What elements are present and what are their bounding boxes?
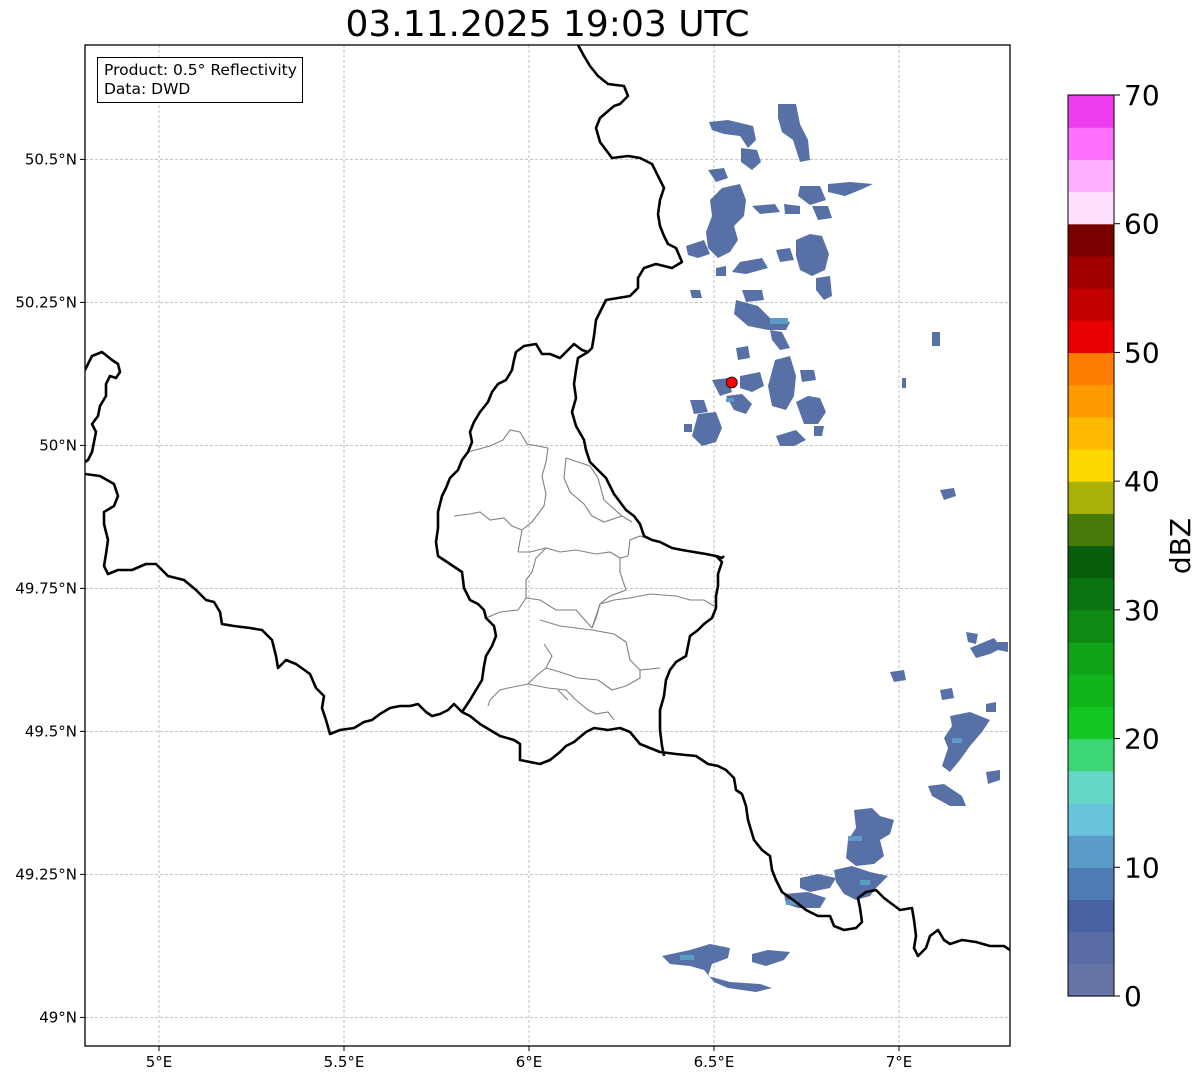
colorbar-swatch [1068,674,1114,707]
colorbar-swatch [1068,255,1114,289]
y-tick-label: 50°N [39,436,77,454]
x-tick-label: 5°E [146,1053,173,1071]
colorbar-tick-label: 20 [1124,723,1160,756]
data-source-label: Data: DWD [104,80,191,98]
colorbar-swatch [1068,127,1114,160]
longitude-axis: 5°E 5.5°E 6°E 6.5°E 7°E [146,1046,913,1071]
colorbar-swatch [1068,191,1114,225]
y-tick-label: 49.75°N [15,579,77,597]
x-tick-label: 6.5°E [694,1053,735,1071]
colorbar-swatch [1068,288,1114,321]
colorbar-swatch [1068,931,1114,965]
colorbar-swatch [1068,545,1114,579]
colorbar-swatch [1068,384,1114,418]
colorbar-swatch [1068,963,1114,997]
product-label: Product: 0.5° Reflectivity [104,61,297,79]
latitude-axis: 50.5°N 50.25°N 50°N 49.75°N 49.5°N 49.25°N 49°… [15,150,85,1026]
colorbar-tick-label: 30 [1124,594,1160,627]
colorbar-tick-label: 0 [1124,980,1142,1013]
colorbar-tick-label: 40 [1124,465,1160,498]
radar-map: 5°E 5.5°E 6°E 6.5°E 7°E 50.5°N 50.25°N 50°N 49.… [15,44,1197,1071]
radar-site-marker[interactable] [725,376,738,389]
colorbar-swatch [1068,320,1114,354]
colorbar-swatch [1068,448,1114,482]
map-panel[interactable] [84,44,1011,1047]
product-info-box: Product: 0.5° Reflectivity Data: DWD [97,57,303,103]
y-tick-label: 49°N [39,1008,77,1026]
colorbar-title: dBZ [1164,518,1197,574]
colorbar-swatch [1068,609,1114,643]
colorbar: 0 10 20 30 40 50 60 70 dBZ [1067,79,1197,1013]
colorbar-swatch [1068,481,1114,514]
x-tick-label: 7°E [886,1053,913,1071]
y-tick-label: 49.5°N [25,722,77,740]
colorbar-tick-label: 10 [1124,851,1160,884]
colorbar-tick-label: 60 [1124,208,1160,241]
colorbar-swatch [1068,706,1114,740]
colorbar-tick-label: 50 [1124,336,1160,369]
y-tick-label: 50.5°N [25,150,77,168]
colorbar-tick-label: 70 [1124,79,1160,112]
colorbar-swatch [1068,416,1114,450]
y-tick-label: 49.25°N [15,865,77,883]
colorbar-swatch [1068,867,1114,901]
colorbar-swatch [1068,513,1114,547]
colorbar-swatch [1068,577,1114,611]
colorbar-swatch [1068,159,1114,193]
colorbar-swatch [1068,223,1114,257]
x-tick-label: 5.5°E [324,1053,365,1071]
colorbar-swatch [1068,802,1114,836]
y-tick-label: 50.25°N [15,293,77,311]
colorbar-swatch [1068,95,1114,128]
colorbar-swatch [1068,770,1114,804]
x-tick-label: 6°E [516,1053,543,1071]
colorbar-swatch [1068,352,1114,386]
colorbar-swatch [1068,642,1114,675]
colorbar-swatch [1068,835,1114,868]
colorbar-swatch [1068,738,1114,772]
colorbar-swatch [1068,899,1114,933]
